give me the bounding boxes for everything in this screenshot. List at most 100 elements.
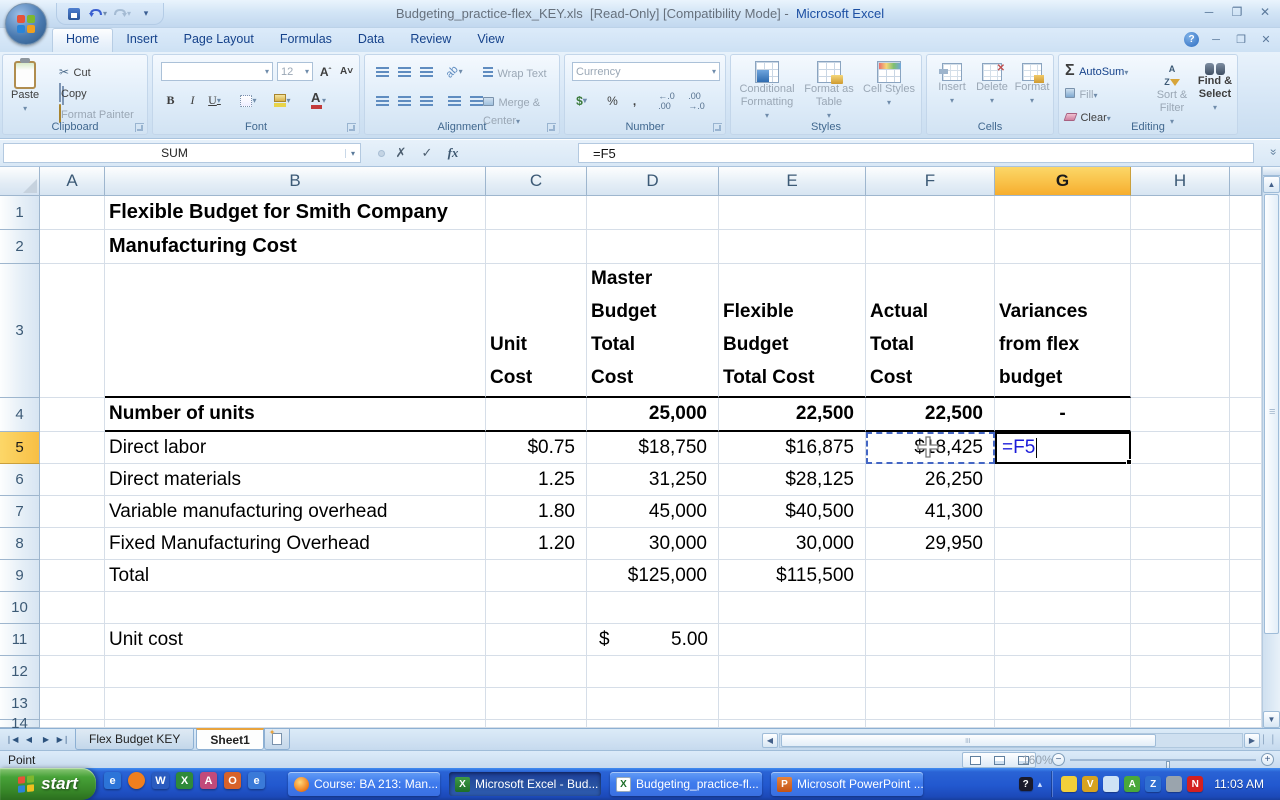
cell-H3[interactable]: [1131, 264, 1230, 398]
cell-A11[interactable]: [40, 624, 105, 656]
outlook-icon[interactable]: O: [224, 772, 241, 789]
column-header-G[interactable]: G: [995, 167, 1131, 196]
cell-A2[interactable]: [40, 230, 105, 264]
cell-C5[interactable]: $0.75: [486, 432, 587, 464]
column-header-B[interactable]: B: [105, 167, 486, 196]
cell-I7[interactable]: [1230, 496, 1262, 528]
cell-B14[interactable]: [105, 720, 486, 728]
scroll-down-icon[interactable]: ▼: [1263, 711, 1280, 728]
ribbon-tab-page-layout[interactable]: Page Layout: [171, 28, 267, 52]
align-right-button[interactable]: [417, 91, 436, 110]
number-format-select[interactable]: Currency▾: [572, 62, 720, 81]
taskbar-button-microsoft-powerpoint[interactable]: PMicrosoft PowerPoint ...: [771, 772, 923, 796]
sheet-tab-flex-budget-key[interactable]: Flex Budget KEY: [75, 729, 194, 750]
cell-D4[interactable]: 25,000: [587, 398, 719, 432]
row-header-2[interactable]: 2: [0, 230, 40, 264]
row-header-14[interactable]: 14: [0, 720, 40, 728]
cell-H6[interactable]: [1131, 464, 1230, 496]
italic-button[interactable]: I: [183, 91, 202, 110]
decrease-indent-button[interactable]: [445, 91, 464, 110]
taskbar-button-budgeting-practice-fl[interactable]: XBudgeting_practice-fl...: [610, 772, 762, 796]
help-icon[interactable]: ?: [1184, 32, 1199, 47]
zoom-in-icon[interactable]: +: [1261, 753, 1274, 766]
row-header-6[interactable]: 6: [0, 464, 40, 496]
scroll-right-icon[interactable]: ▶: [1244, 733, 1260, 748]
row-header-4[interactable]: 4: [0, 398, 40, 432]
ribbon-tab-home[interactable]: Home: [52, 28, 113, 52]
orientation-button[interactable]: ab▾: [445, 62, 464, 81]
cell-F9[interactable]: [866, 560, 995, 592]
cell-A14[interactable]: [40, 720, 105, 728]
taskbar-button-microsoft-excel-bud[interactable]: XMicrosoft Excel - Bud...: [449, 772, 601, 796]
name-box-dropdown-icon[interactable]: ▾: [345, 149, 360, 158]
format-cells-button[interactable]: Format▾: [1013, 63, 1051, 107]
font-color-button[interactable]: A▾: [309, 91, 328, 110]
tray-help-icon[interactable]: ?: [1019, 777, 1033, 791]
cell-D2[interactable]: [587, 230, 719, 264]
cell-C3[interactable]: Unit Cost: [486, 264, 587, 398]
cell-I3[interactable]: [1230, 264, 1262, 398]
cell-G8[interactable]: [995, 528, 1131, 560]
cell-D3[interactable]: Master Budget Total Cost: [587, 264, 719, 398]
cell-H10[interactable]: [1131, 592, 1230, 624]
formula-input[interactable]: =F5: [578, 143, 1254, 163]
first-sheet-button[interactable]: ❘◀: [5, 733, 19, 747]
office-button[interactable]: [5, 3, 47, 45]
cell-H14[interactable]: [1131, 720, 1230, 728]
cell-E12[interactable]: [719, 656, 866, 688]
cell-A12[interactable]: [40, 656, 105, 688]
cell-D6[interactable]: 31,250: [587, 464, 719, 496]
cell-E13[interactable]: [719, 688, 866, 720]
column-header-F[interactable]: F: [866, 167, 995, 196]
cell-I9[interactable]: [1230, 560, 1262, 592]
firefox-icon[interactable]: [128, 772, 145, 789]
font-name-select[interactable]: ▾: [161, 62, 273, 81]
cell-styles-button[interactable]: Cell Styles▾: [861, 61, 917, 109]
prev-sheet-button[interactable]: ◀: [22, 733, 36, 747]
column-header-E[interactable]: E: [719, 167, 866, 196]
fill-button[interactable]: Fill▾: [1065, 85, 1098, 103]
tray-agent-icon[interactable]: A: [1124, 776, 1140, 792]
cell-E2[interactable]: [719, 230, 866, 264]
cell-H1[interactable]: [1131, 196, 1230, 230]
cell-B11[interactable]: Unit cost: [105, 624, 486, 656]
cell-A4[interactable]: [40, 398, 105, 432]
cell-B1[interactable]: Flexible Budget for Smith Company: [105, 196, 486, 230]
cell-A13[interactable]: [40, 688, 105, 720]
minimize-button[interactable]: ─: [1200, 5, 1218, 19]
row-header-5[interactable]: 5: [0, 432, 40, 464]
cell-D1[interactable]: [587, 196, 719, 230]
select-all-corner[interactable]: [0, 167, 40, 196]
cell-A10[interactable]: [40, 592, 105, 624]
cell-G5[interactable]: =F5: [995, 432, 1131, 464]
row-header-9[interactable]: 9: [0, 560, 40, 592]
horizontal-scroll-track[interactable]: [779, 733, 1243, 748]
alignment-dialog-launcher[interactable]: [547, 123, 556, 132]
ribbon-tab-formulas[interactable]: Formulas: [267, 28, 345, 52]
sheet-tab-sheet1[interactable]: Sheet1: [196, 728, 263, 750]
cell-H5[interactable]: [1131, 432, 1230, 464]
row-header-8[interactable]: 8: [0, 528, 40, 560]
cell-I1[interactable]: [1230, 196, 1262, 230]
cell-A8[interactable]: [40, 528, 105, 560]
tray-shield-icon[interactable]: V: [1082, 776, 1098, 792]
cell-G7[interactable]: [995, 496, 1131, 528]
percent-style-button[interactable]: %: [603, 91, 622, 110]
row-header-11[interactable]: 11: [0, 624, 40, 656]
cell-F3[interactable]: Actual Total Cost: [866, 264, 995, 398]
tray-z-icon[interactable]: Z: [1145, 776, 1161, 792]
cell-A7[interactable]: [40, 496, 105, 528]
align-middle-button[interactable]: [395, 62, 414, 81]
copy-button[interactable]: Copy: [59, 84, 87, 102]
cell-I12[interactable]: [1230, 656, 1262, 688]
row-header-3[interactable]: 3: [0, 264, 40, 398]
cell-F10[interactable]: [866, 592, 995, 624]
cell-A3[interactable]: [40, 264, 105, 398]
cell-H13[interactable]: [1131, 688, 1230, 720]
cell-C12[interactable]: [486, 656, 587, 688]
cell-H8[interactable]: [1131, 528, 1230, 560]
cell-F2[interactable]: [866, 230, 995, 264]
cell-G12[interactable]: [995, 656, 1131, 688]
cell-F7[interactable]: 41,300: [866, 496, 995, 528]
cell-F6[interactable]: 26,250: [866, 464, 995, 496]
